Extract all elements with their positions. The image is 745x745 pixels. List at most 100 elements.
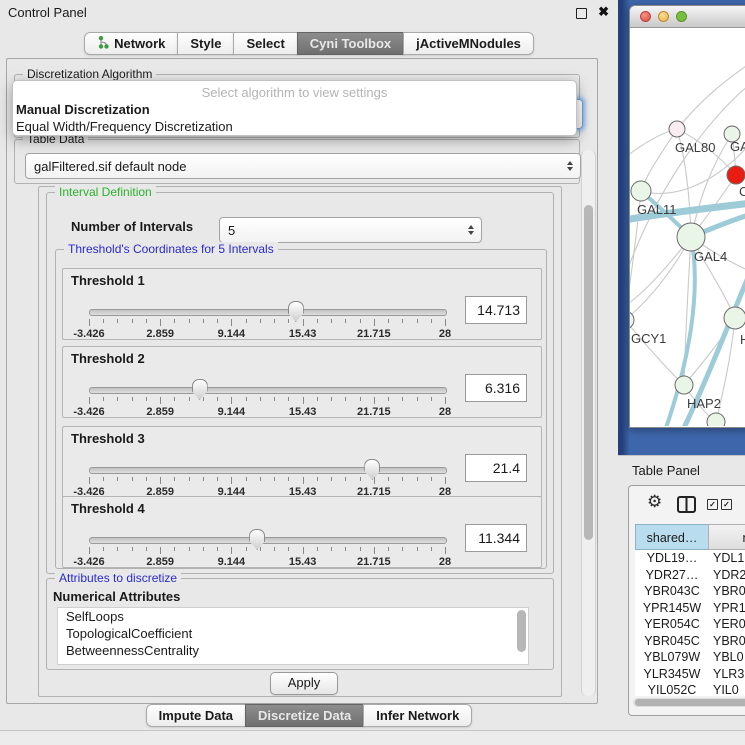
threshold-slider[interactable]: -3.4262.8599.14415.4321.71528: [87, 377, 447, 417]
tab-network[interactable]: Network: [84, 32, 178, 55]
slider-ticks: [89, 319, 445, 327]
scrollbar-thumb[interactable]: [635, 699, 745, 706]
algorithm-dropdown-popup: Select algorithm to view settings Manual…: [12, 80, 577, 136]
table-horizontal-scrollbar[interactable]: [633, 698, 745, 707]
table-row[interactable]: YBR045CYBR0: [635, 633, 745, 650]
scrollbar-thumb[interactable]: [584, 205, 593, 540]
network-node-gal11[interactable]: [631, 181, 651, 201]
cell-shared-name: YDR27…: [635, 567, 709, 584]
cell-shared-name: YBL079W: [635, 649, 709, 666]
slider-ticks: [89, 477, 445, 485]
attribute-item-selfloops[interactable]: SelfLoops: [58, 608, 528, 625]
group-title: Threshold's Coordinates for 5 Intervals: [64, 242, 278, 256]
zoom-light[interactable]: [676, 11, 687, 22]
network-node[interactable]: [707, 413, 725, 426]
cell-shared-name: YDL19…: [635, 550, 709, 567]
cell-name: YDL1: [709, 550, 745, 567]
tab-style[interactable]: Style: [177, 32, 234, 55]
cell-name: YBR0: [709, 583, 745, 600]
close-icon[interactable]: ✖: [598, 4, 609, 20]
table-panel: Table Panel ⚙ ✓ ✓ shared…n YDL19…YDL1YDR…: [618, 455, 745, 745]
list-scrollbar[interactable]: [517, 610, 526, 652]
table-data-selected-value: galFiltered.sif default node: [34, 159, 186, 174]
threshold-label: Threshold 1: [71, 273, 145, 288]
column-header-1[interactable]: shared…: [635, 524, 709, 550]
apply-button[interactable]: Apply: [270, 672, 338, 695]
table-data-select[interactable]: galFiltered.sif default node: [25, 153, 581, 179]
dropdown-item-equal-width-frequency-discretization[interactable]: Equal Width/Frequency Discretization: [13, 118, 576, 135]
network-window-titlebar[interactable]: [630, 6, 745, 28]
group-title: Interval Definition: [55, 185, 156, 199]
attribute-item-betweennesscentrality[interactable]: BetweennessCentrality: [58, 642, 528, 659]
network-node-gcy1[interactable]: [630, 311, 634, 329]
table-row[interactable]: YIL052CYIL0: [635, 682, 745, 696]
group-title: Discretization Algorithm: [23, 67, 156, 81]
table-panel-inner: ⚙ ✓ ✓ shared…n YDL19…YDL1YDR27…YDR2YBR04…: [628, 485, 745, 716]
app-bottom-strip: [0, 730, 745, 745]
threshold-slider[interactable]: -3.4262.8599.14415.4321.71528: [87, 527, 447, 567]
table-row[interactable]: YDR27…YDR2: [635, 567, 745, 584]
network-node-c[interactable]: [727, 166, 745, 184]
threshold-panel-1: Threshold 1 -3.4262.8599.14415.4321.71528…: [62, 268, 542, 340]
cell-name: YLR3: [709, 666, 745, 683]
network-node-h[interactable]: [724, 307, 745, 329]
bottom-tab-bar: Impute Data Discretize Data Infer Network: [0, 704, 618, 727]
thresholds-group: Threshold's Coordinates for 5 Intervals …: [55, 249, 547, 569]
app-screen: Control Panel ✖ Network Style Select Cyni T…: [0, 0, 745, 745]
node-label: C: [739, 184, 745, 199]
network-node-gal80[interactable]: [669, 121, 685, 137]
combo-arrows-icon: [567, 161, 573, 171]
network-node-gal4[interactable]: [677, 223, 705, 251]
tab-label: Impute Data: [159, 708, 233, 723]
tab-discretize-data[interactable]: Discretize Data: [245, 704, 364, 727]
table-row[interactable]: YBR043CYBR0: [635, 583, 745, 600]
tab-cyni-toolbox[interactable]: Cyni Toolbox: [297, 32, 404, 55]
attribute-item-topologicalcoefficient[interactable]: TopologicalCoefficient: [58, 625, 528, 642]
interval-definition-group: Interval Definition Number of Intervals …: [46, 192, 554, 574]
checkbox-icon[interactable]: ✓: [707, 499, 718, 510]
table-row[interactable]: YDL19…YDL1: [635, 550, 745, 567]
algorithm-settings-panel: Interval Definition Number of Intervals …: [38, 186, 562, 697]
column-header-2[interactable]: n: [708, 524, 745, 550]
dropdown-item-manual-discretization[interactable]: Manual Discretization: [13, 101, 576, 118]
cell-shared-name: YPR145W: [635, 600, 709, 617]
threshold-slider[interactable]: -3.4262.8599.14415.4321.71528: [87, 457, 447, 497]
tab-impute-data[interactable]: Impute Data: [146, 704, 246, 727]
numerical-attributes-list[interactable]: SelfLoopsTopologicalCoefficientBetweenne…: [57, 607, 529, 665]
float-window-icon[interactable]: [576, 8, 587, 19]
window-title: Control Panel: [8, 5, 87, 20]
cell-shared-name: YER054C: [635, 616, 709, 633]
tab-infer-network[interactable]: Infer Network: [363, 704, 472, 727]
network-node-hap2[interactable]: [675, 376, 693, 394]
top-tab-bar: Network Style Select Cyni Toolbox jActiveMNo…: [0, 32, 618, 55]
split-columns-icon[interactable]: [677, 496, 696, 513]
threshold-value-field[interactable]: 6.316: [465, 374, 527, 402]
table-row[interactable]: YER054CYER0: [635, 616, 745, 633]
threshold-panel-3: Threshold 3-3.4262.8599.14415.4321.71528…: [62, 426, 542, 498]
tab-label: Discretize Data: [258, 708, 351, 723]
threshold-value-field[interactable]: 21.4: [465, 454, 527, 482]
checkbox-icon[interactable]: ✓: [721, 499, 732, 510]
table-row[interactable]: YPR145WYPR1: [635, 600, 745, 617]
cell-shared-name: YBR045C: [635, 633, 709, 650]
network-view-window: GAL80GACGAL11GAL4GCY1HHAP2: [629, 5, 745, 428]
settings-vertical-scrollbar[interactable]: [581, 150, 596, 696]
tab-select[interactable]: Select: [233, 32, 297, 55]
gear-icon[interactable]: ⚙: [647, 492, 662, 512]
number-of-intervals-label: Number of Intervals: [71, 219, 193, 234]
threshold-slider[interactable]: -3.4262.8599.14415.4321.71528: [87, 299, 447, 339]
tab-label: Style: [190, 36, 221, 51]
node-label: HAP2: [687, 396, 721, 411]
network-canvas[interactable]: GAL80GACGAL11GAL4GCY1HHAP2: [630, 28, 745, 426]
threshold-value-field[interactable]: 11.344: [465, 524, 527, 552]
attributes-group: Attributes to discretize Numerical Attri…: [46, 578, 554, 670]
minimize-light[interactable]: [658, 11, 669, 22]
tab-jactivemnodules[interactable]: jActiveMNodules: [403, 32, 534, 55]
threshold-value-field[interactable]: 14.713: [465, 296, 527, 324]
close-light[interactable]: [640, 11, 651, 22]
number-of-intervals-select[interactable]: 5: [219, 217, 482, 243]
cell-name: YBR0: [709, 633, 745, 650]
table-row[interactable]: YBL079WYBL0: [635, 649, 745, 666]
tab-label: Cyni Toolbox: [310, 36, 391, 51]
table-row[interactable]: YLR345WYLR3: [635, 666, 745, 683]
